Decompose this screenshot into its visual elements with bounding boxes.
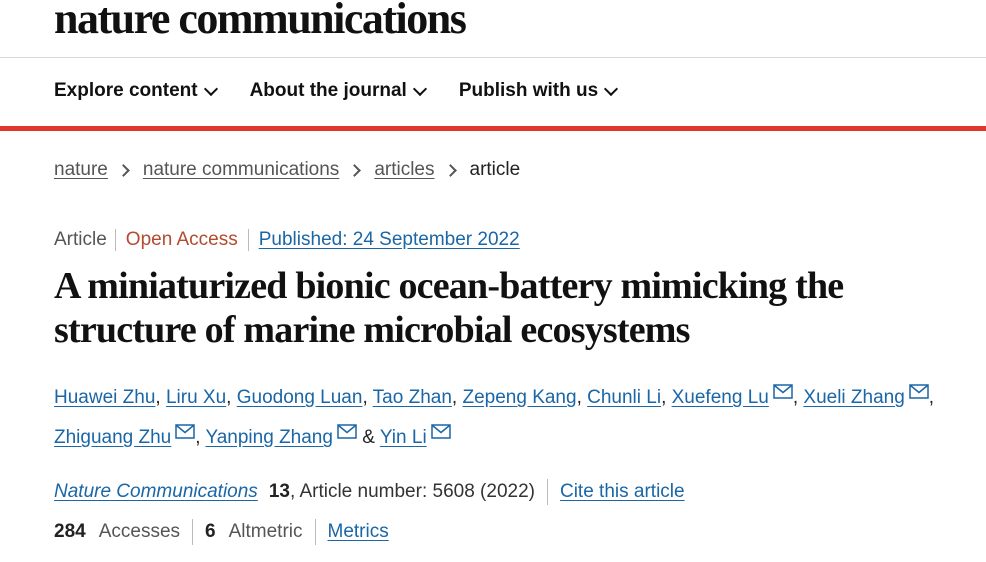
journal-link[interactable]: Nature Communications: [54, 481, 258, 503]
author-link[interactable]: Chunli Li: [587, 387, 661, 408]
citation-line: Nature Communications 13 , Article numbe…: [54, 479, 685, 505]
author-separator: ,: [661, 387, 672, 408]
author-separator: ,: [792, 387, 804, 408]
published-date: 24 September 2022: [352, 229, 520, 250]
divider: [546, 479, 548, 505]
nav-label: About the journal: [249, 80, 407, 101]
author-separator: ,: [928, 387, 935, 408]
chevron-right-icon: [443, 163, 457, 177]
breadcrumb: nature nature communications articles ar…: [54, 159, 520, 181]
author-separator: &: [356, 427, 380, 448]
author-link[interactable]: Yanping Zhang: [205, 427, 332, 448]
accent-bar: [0, 126, 986, 131]
divider: [192, 519, 194, 545]
nav-publish-with-us[interactable]: Publish with us: [458, 80, 619, 102]
author-list: Huawei Zhu, Liru Xu, Guodong Luan, Tao Z…: [54, 378, 964, 458]
chevron-right-icon: [348, 163, 362, 177]
metrics-link[interactable]: Metrics: [328, 521, 389, 543]
chevron-down-icon: [412, 81, 427, 96]
author-link[interactable]: Yin Li: [380, 427, 427, 448]
cite-this-article-link[interactable]: Cite this article: [560, 481, 685, 503]
chevron-right-icon: [117, 163, 130, 177]
email-icon[interactable]: [430, 424, 451, 439]
author-link[interactable]: Zhiguang Zhu: [54, 427, 171, 448]
article-title: A miniaturized bionic ocean-battery mimi…: [54, 265, 844, 351]
author-link[interactable]: Tao Zhan: [373, 387, 452, 408]
altmetric-label: Altmetric: [228, 521, 303, 542]
published-label: Published:: [258, 229, 353, 250]
author-separator: ,: [226, 387, 237, 408]
author-link[interactable]: Huawei Zhu: [54, 387, 155, 408]
author-separator: ,: [451, 387, 463, 408]
author-link[interactable]: Xuefeng Lu: [672, 387, 769, 408]
breadcrumb-link-nature-communications[interactable]: nature communications: [143, 159, 339, 181]
accesses-label: Accesses: [98, 521, 181, 542]
email-icon[interactable]: [175, 424, 195, 439]
breadcrumb-current: article: [469, 159, 521, 180]
email-icon[interactable]: [773, 384, 793, 399]
open-access-badge: Open Access: [114, 229, 248, 251]
site-logo[interactable]: nature communications: [54, 0, 467, 46]
author-separator: ,: [155, 387, 166, 408]
author-link[interactable]: Guodong Luan: [237, 387, 363, 408]
author-separator: ,: [362, 387, 373, 408]
nav-about-journal[interactable]: About the journal: [249, 80, 427, 102]
article-type: Article: [54, 229, 107, 250]
divider: [314, 519, 316, 545]
nav-explore-content[interactable]: Explore content: [54, 80, 218, 102]
author-link[interactable]: Zepeng Kang: [462, 387, 576, 408]
article-meta: Article Open Access Published: 24 Septem…: [54, 229, 520, 251]
breadcrumb-link-nature[interactable]: nature: [54, 159, 108, 181]
author-link[interactable]: Liru Xu: [166, 387, 226, 408]
email-icon[interactable]: [909, 384, 929, 399]
chevron-down-icon: [604, 81, 619, 96]
article-metrics: 284 Accesses 6 Altmetric Metrics: [54, 519, 389, 545]
chevron-down-icon: [203, 81, 218, 96]
author-separator: ,: [195, 427, 206, 448]
main-nav: Explore content About the journal Publis…: [54, 80, 619, 102]
author-separator: ,: [576, 387, 588, 408]
nav-label: Explore content: [54, 80, 198, 101]
breadcrumb-link-articles[interactable]: articles: [374, 159, 434, 181]
altmetric-count: 6: [205, 521, 216, 542]
accesses-count: 284: [54, 521, 86, 542]
volume: 13: [268, 481, 290, 502]
published-date-link[interactable]: Published: 24 September 2022: [247, 229, 520, 251]
nav-label: Publish with us: [458, 80, 599, 101]
article-number: , Article number: 5608 (2022): [289, 481, 535, 502]
author-link[interactable]: Xueli Zhang: [803, 387, 904, 408]
header-divider: [0, 57, 986, 58]
email-icon[interactable]: [337, 424, 357, 439]
